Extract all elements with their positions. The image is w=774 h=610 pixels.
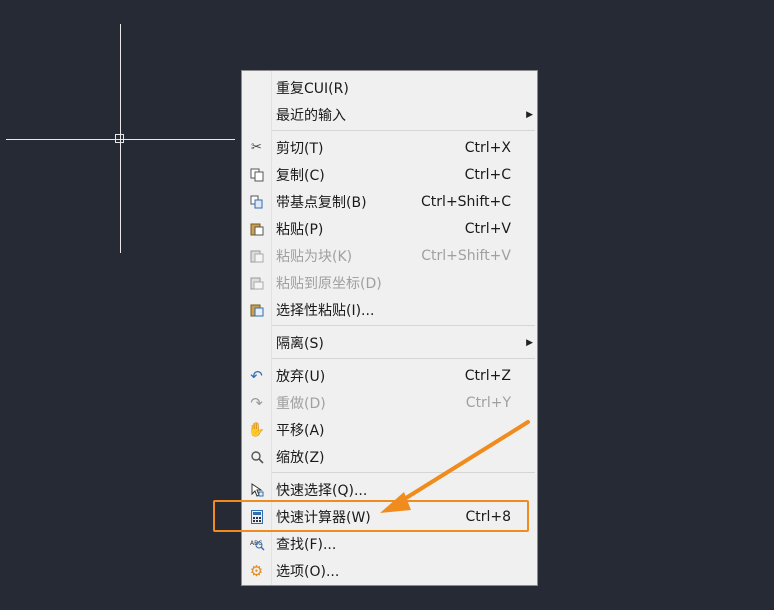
annotation-arrow: [380, 420, 530, 513]
